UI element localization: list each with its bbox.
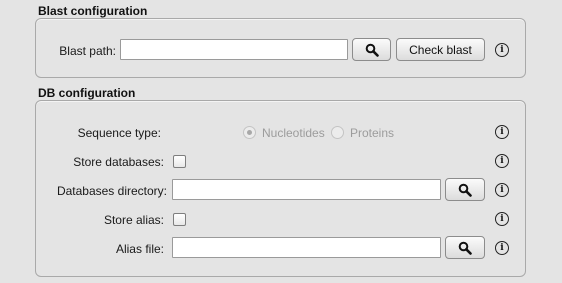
databases-directory-info-icon[interactable]: i — [495, 183, 509, 197]
store-databases-label: Store databases: — [73, 155, 164, 169]
blast-configuration-group: Blast path: Check blast i — [35, 18, 526, 78]
store-databases-info-icon[interactable]: i — [495, 154, 509, 168]
db-configuration-title: DB configuration — [38, 86, 136, 100]
db-configuration-group: Sequence type: Nucleotides Proteins i St… — [35, 100, 526, 277]
magnifier-icon — [365, 43, 379, 57]
magnifier-icon — [458, 183, 472, 197]
store-alias-label: Store alias: — [103, 213, 164, 227]
blast-path-label: Blast path: — [59, 44, 116, 58]
blast-path-info-icon[interactable]: i — [495, 43, 509, 57]
alias-file-input[interactable] — [172, 237, 441, 258]
alias-file-browse-button[interactable] — [445, 236, 485, 259]
check-blast-button[interactable]: Check blast — [396, 38, 485, 61]
databases-directory-label: Databases directory: — [56, 184, 167, 198]
sequence-type-label: Sequence type: — [77, 126, 161, 140]
blast-path-browse-button[interactable] — [352, 38, 391, 61]
blast-configuration-title: Blast configuration — [38, 4, 148, 18]
blast-path-input[interactable] — [120, 39, 348, 60]
nucleotides-radio-label: Nucleotides — [262, 126, 325, 140]
proteins-radio[interactable] — [331, 126, 344, 139]
alias-file-info-icon[interactable]: i — [495, 241, 509, 255]
store-alias-info-icon[interactable]: i — [495, 212, 509, 226]
proteins-radio-label: Proteins — [350, 126, 395, 140]
nucleotides-radio[interactable] — [243, 126, 256, 139]
alias-file-label: Alias file: — [115, 242, 164, 256]
databases-directory-browse-button[interactable] — [445, 178, 485, 201]
store-databases-checkbox[interactable] — [173, 155, 186, 168]
databases-directory-input[interactable] — [172, 179, 441, 200]
magnifier-icon — [458, 241, 472, 255]
store-alias-checkbox[interactable] — [173, 213, 186, 226]
sequence-type-info-icon[interactable]: i — [495, 125, 509, 139]
